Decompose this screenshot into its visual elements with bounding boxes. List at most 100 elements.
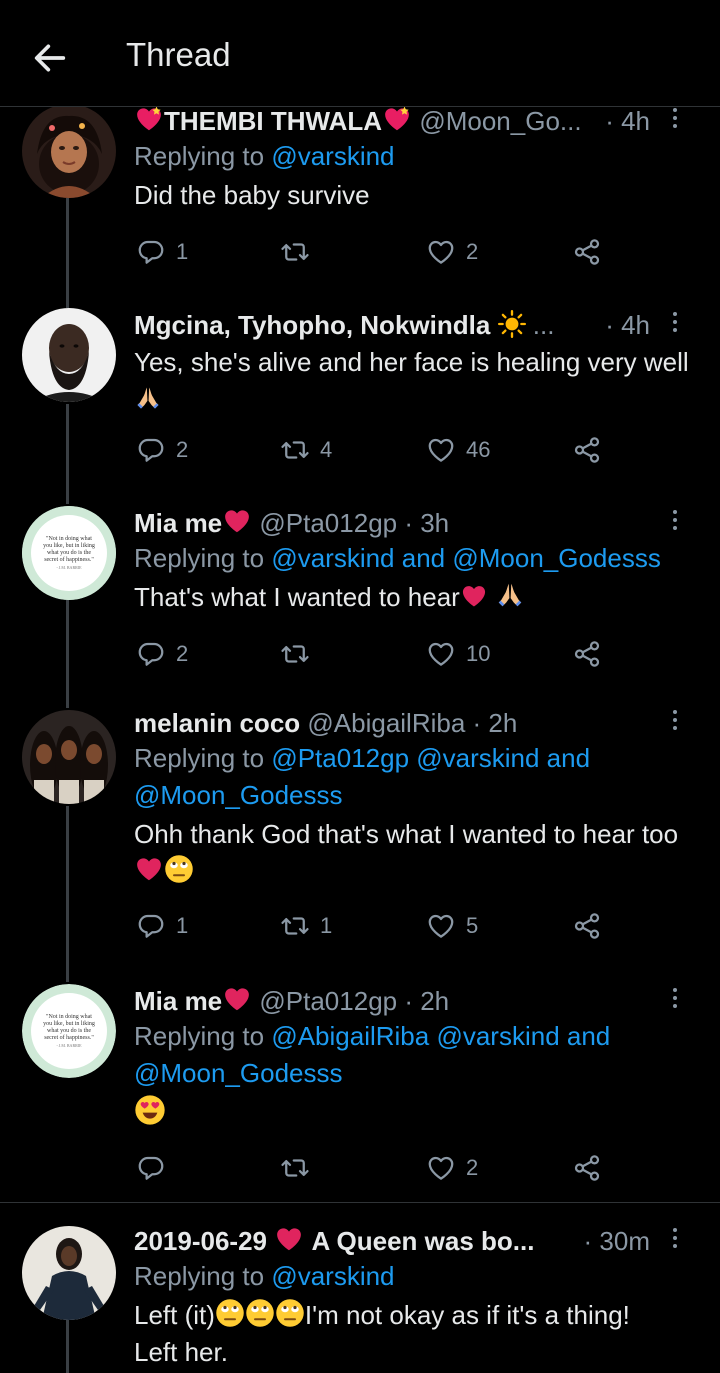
share-button[interactable] <box>572 232 602 272</box>
svg-text:what you do is the: what you do is the <box>47 1028 91 1034</box>
tweet-body: Mia me @Pta012gp · 3h Replying to @varsk… <box>134 506 706 616</box>
mention-link[interactable]: @varskind and @Moon_Godesss <box>271 543 661 573</box>
tweet-actions: 2 4 46 <box>134 430 614 470</box>
eye-roll-icon <box>245 1298 275 1328</box>
like-count: 10 <box>466 641 491 666</box>
svg-text:"Not in doing what: "Not in doing what <box>46 1014 92 1020</box>
avatar[interactable] <box>22 710 116 804</box>
more-options-icon[interactable] <box>670 308 680 338</box>
tweet-actions: 2 10 <box>134 634 614 674</box>
replying-to: Replying to @varskind <box>134 1261 395 1291</box>
display-name[interactable]: A Queen was bo... <box>311 1226 534 1256</box>
display-name[interactable]: Mia me <box>134 986 222 1016</box>
reply-button[interactable]: 1 <box>136 906 188 946</box>
like-count: 2 <box>466 239 479 264</box>
more-options-icon[interactable] <box>670 506 680 536</box>
retweet-icon <box>280 911 310 941</box>
tweet-text: Yes, she's alive and her face is healing… <box>134 344 706 418</box>
like-button[interactable]: 10 <box>426 634 490 674</box>
handle[interactable]: @Moon_Go... <box>419 106 581 136</box>
retweet-button[interactable]: 4 <box>280 430 332 470</box>
tweet[interactable]: Mgcina, Tyhopho, Nokwindla ... · 4h Yes,… <box>0 308 720 488</box>
tweet-actions: 1 2 <box>134 232 614 272</box>
mention-link[interactable]: @varskind <box>271 141 394 171</box>
timestamp: · 3h <box>404 508 450 538</box>
share-button[interactable] <box>572 1148 602 1188</box>
display-name[interactable]: melanin coco <box>134 708 300 738</box>
mention-link[interactable]: @varskind <box>271 1261 394 1291</box>
timestamp: · 30m <box>583 1226 650 1256</box>
reply-count: 1 <box>176 913 189 938</box>
sparkling-heart-icon <box>134 104 164 134</box>
tweet-body: THEMBI THWALA @Moon_Go... · 4h Replying … <box>134 104 706 214</box>
like-count: 5 <box>466 913 479 938</box>
like-button[interactable]: 46 <box>426 430 490 470</box>
avatar[interactable] <box>22 308 116 402</box>
tweet[interactable]: melanin coco @AbigailRiba · 2h Replying … <box>0 706 720 956</box>
more-options-icon[interactable] <box>670 1224 680 1254</box>
more-options-icon[interactable] <box>670 984 680 1014</box>
svg-text:- J.M. BARRIE: - J.M. BARRIE <box>56 565 82 570</box>
heart-icon <box>426 1153 456 1183</box>
avatar[interactable] <box>22 104 116 198</box>
retweet-icon <box>280 237 310 267</box>
red-heart-icon <box>274 1224 304 1254</box>
share-icon <box>572 639 602 669</box>
reply-icon <box>136 435 166 465</box>
retweet-button[interactable]: 1 <box>280 906 332 946</box>
share-icon <box>572 1153 602 1183</box>
red-heart-icon <box>222 506 252 536</box>
handle[interactable]: @AbigailRiba <box>307 708 465 738</box>
svg-text:you like, but in liking: you like, but in liking <box>43 1021 95 1027</box>
reply-button[interactable]: 1 <box>136 232 188 272</box>
handle[interactable]: @Pta012gp <box>259 986 397 1016</box>
red-heart-icon <box>460 582 488 610</box>
retweet-count: 4 <box>320 437 333 462</box>
tweet[interactable]: "Not in doing what you like, but in liki… <box>0 984 720 1194</box>
folded-hands-icon <box>495 580 525 610</box>
folded-hands-icon <box>134 384 162 412</box>
share-icon <box>572 237 602 267</box>
display-name-date[interactable]: 2019-06-29 <box>134 1226 267 1256</box>
share-button[interactable] <box>572 634 602 674</box>
retweet-button[interactable] <box>280 1148 320 1188</box>
red-heart-icon <box>222 984 252 1014</box>
tweet-body: melanin coco @AbigailRiba · 2h Replying … <box>134 706 706 890</box>
reply-button[interactable]: 2 <box>136 634 188 674</box>
tweet-text <box>134 1094 706 1132</box>
tweet[interactable]: 2019-06-29 A Queen was bo... · 30m Reply… <box>0 1224 720 1373</box>
more-options-icon[interactable] <box>670 104 680 134</box>
tweet-header: THEMBI THWALA @Moon_Go... · 4h <box>134 104 706 138</box>
like-button[interactable]: 2 <box>426 1148 478 1188</box>
back-arrow-icon[interactable] <box>30 38 70 78</box>
eye-roll-icon <box>215 1298 245 1328</box>
display-name[interactable]: Mia me <box>134 508 222 538</box>
tweet[interactable]: "Not in doing what you like, but in liki… <box>0 506 720 686</box>
tweet-body: Mgcina, Tyhopho, Nokwindla ... · 4h Yes,… <box>134 308 706 418</box>
tweet-body: Mia me @Pta012gp · 2h Replying to @Abiga… <box>134 984 706 1132</box>
share-button[interactable] <box>572 430 602 470</box>
like-button[interactable]: 5 <box>426 906 478 946</box>
eye-roll-icon <box>275 1298 305 1328</box>
more-options-icon[interactable] <box>670 706 680 736</box>
avatar[interactable] <box>22 1226 116 1320</box>
svg-text:secret of happiness.": secret of happiness." <box>44 1034 94 1041</box>
tweet-actions: 1 1 5 <box>134 906 614 946</box>
retweet-button[interactable] <box>280 634 320 674</box>
avatar[interactable]: "Not in doing what you like, but in liki… <box>22 506 116 600</box>
reply-button[interactable]: 2 <box>136 430 188 470</box>
like-button[interactable]: 2 <box>426 232 478 272</box>
retweet-button[interactable] <box>280 232 320 272</box>
handle[interactable]: ... <box>533 310 555 340</box>
reply-count: 2 <box>176 641 189 666</box>
retweet-icon <box>280 1153 310 1183</box>
replying-to: Replying to @Pta012gp @varskind and @Moo… <box>134 743 591 810</box>
display-name[interactable]: THEMBI THWALA <box>164 106 382 136</box>
display-name[interactable]: Mgcina, Tyhopho, Nokwindla <box>134 310 490 340</box>
handle[interactable]: @Pta012gp <box>259 508 397 538</box>
avatar[interactable]: "Not in doing what you like, but in liki… <box>22 984 116 1078</box>
reply-button[interactable] <box>136 1148 176 1188</box>
tweet[interactable]: THEMBI THWALA @Moon_Go... · 4h Replying … <box>0 104 720 284</box>
tweet-text: Left (it) I'm not okay as if it's a thing… <box>134 1298 630 1330</box>
share-button[interactable] <box>572 906 602 946</box>
